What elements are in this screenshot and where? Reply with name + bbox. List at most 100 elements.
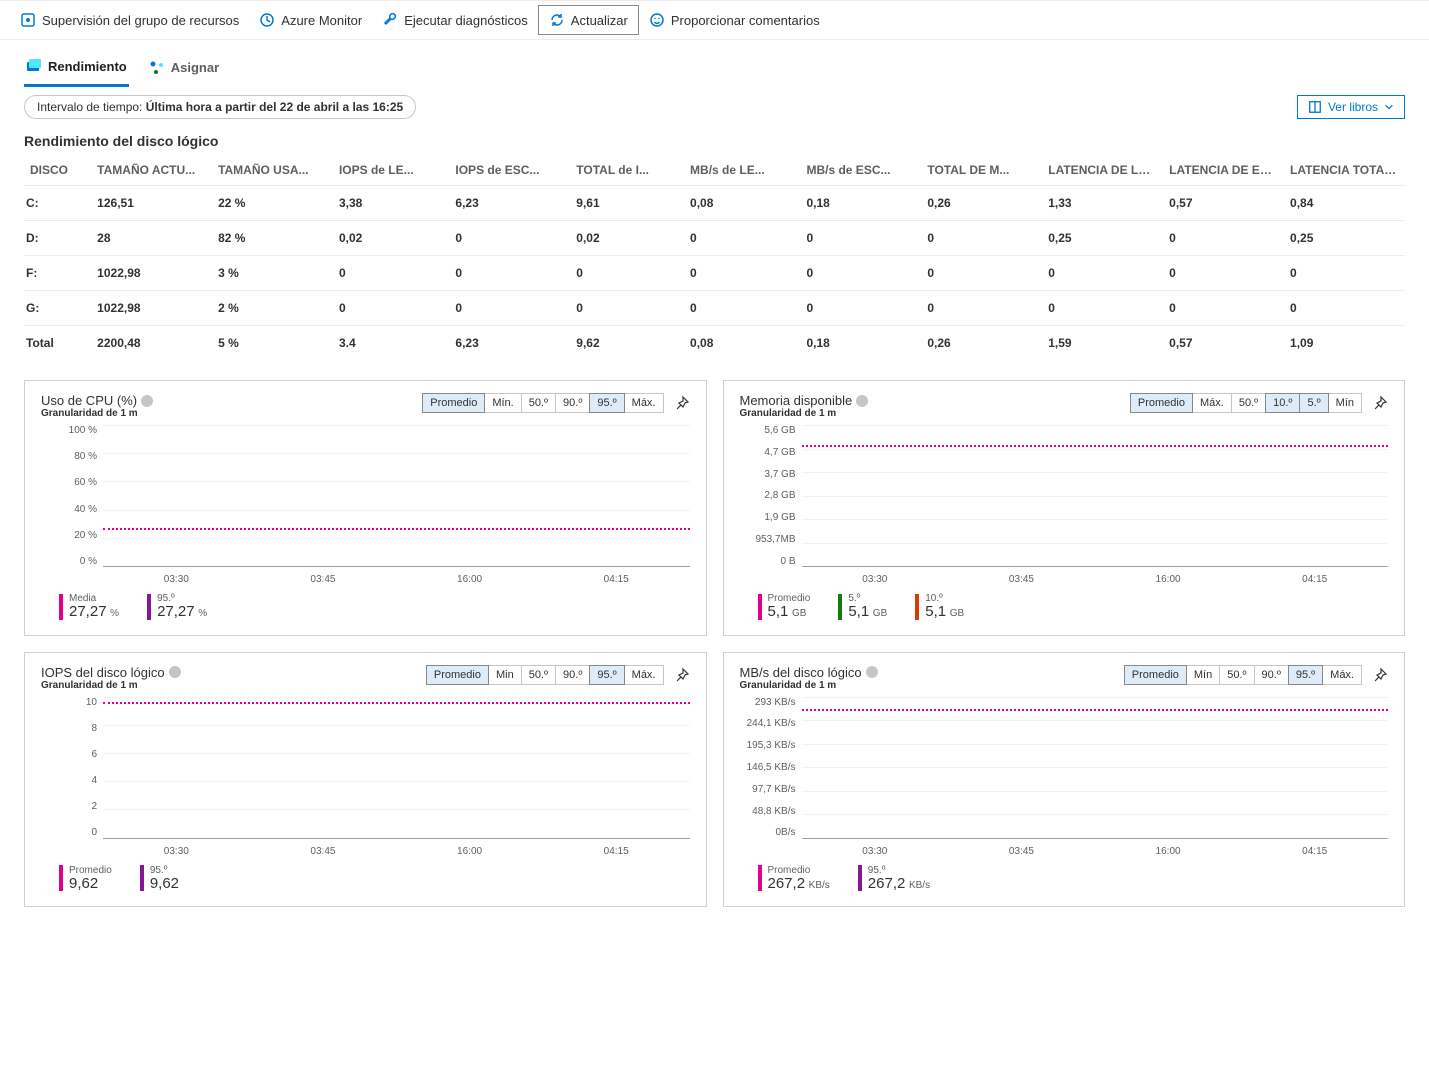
y-axis: 5,6 GB4,7 GB3,7 GB2,8 GB1,9 GB953,7MB0 B [740,425,802,567]
table-header[interactable]: DISCO [24,155,91,186]
agg-button[interactable]: 95.º [589,393,624,413]
pin-icon[interactable] [1372,667,1388,683]
legend-unit: GB [873,608,887,619]
table-cell: 0,26 [921,186,1042,221]
pin-icon[interactable] [674,395,690,411]
toolbar-resource-group[interactable]: Supervisión del grupo de recursos [10,6,249,34]
table-cell: 9,62 [570,326,684,361]
agg-button[interactable]: Mín. [484,393,521,413]
table-header[interactable]: IOPS de LE... [333,155,449,186]
chart-iops: IOPS del disco lógico Granularidad de 1 … [24,652,707,908]
agg-button[interactable]: Máx. [1192,393,1232,413]
table-header[interactable]: MB/s de ESC... [800,155,921,186]
book-icon [1308,100,1322,114]
table-cell: 0 [800,291,921,326]
legend-value: 5,1 [848,603,869,620]
toolbar-refresh[interactable]: Actualizar [538,5,639,35]
agg-button[interactable]: 5.º [1299,393,1328,413]
legend-color [59,594,63,620]
agg-button[interactable]: 95.º [1288,665,1323,685]
table-header[interactable]: LATENCIA DE LECT... [1042,155,1163,186]
agg-button[interactable]: Promedio [1124,665,1187,685]
agg-button[interactable]: Mín [1186,665,1220,685]
agg-button[interactable]: 50.º [1219,665,1254,685]
table-header[interactable]: TAMAÑO ACTU... [91,155,212,186]
agg-button[interactable]: Máx. [624,665,664,685]
agg-button[interactable]: Máx. [624,393,664,413]
agg-button[interactable]: 50.º [1231,393,1266,413]
y-tick: 293 KB/s [740,697,796,708]
table-header[interactable]: LATENCIA DE ESCRI... [1163,155,1284,186]
agg-button[interactable]: 50.º [521,393,556,413]
y-tick: 195,3 KB/s [740,740,796,751]
table-cell: 0 [1163,291,1284,326]
table-cell: 0 [449,221,570,256]
table-cell: 0,57 [1163,186,1284,221]
timerange-pill[interactable]: Intervalo de tiempo: Última hora a parti… [24,95,416,119]
table-header[interactable]: MB/s de LE... [684,155,800,186]
series-line [802,709,1389,711]
disk-table: DISCOTAMAÑO ACTU...TAMAÑO USA...IOPS de … [24,155,1405,360]
legend-unit: GB [950,608,964,619]
legend-value: 5,1 [768,603,789,620]
info-icon[interactable] [866,666,878,678]
agg-button[interactable]: Promedio [422,393,485,413]
pin-icon[interactable] [1372,395,1388,411]
table-header[interactable]: LATENCIA TOTAL de... [1284,155,1405,186]
agg-button[interactable]: Promedio [1130,393,1193,413]
info-icon[interactable] [169,666,181,678]
tab-assign[interactable]: Asignar [147,52,221,87]
legend-value: 9,62 [69,875,98,892]
x-tick: 16:00 [1156,846,1181,857]
table-cell: 0 [800,221,921,256]
resource-group-icon [20,12,36,28]
toolbar-label: Azure Monitor [281,13,362,28]
agg-button[interactable]: Mín [1328,393,1362,413]
legend-item: Media27,27 % [59,593,119,621]
agg-button[interactable]: 90.º [555,393,590,413]
legend-unit: KB/s [909,880,930,891]
table-header[interactable]: TAMAÑO USA... [212,155,333,186]
toolbar-diagnostics[interactable]: Ejecutar diagnósticos [372,6,538,34]
series-line [103,702,690,704]
table-header[interactable]: IOPS de ESC... [449,155,570,186]
table-cell: 0 [570,291,684,326]
info-icon[interactable] [856,395,868,407]
table-cell: 9,61 [570,186,684,221]
table-header[interactable]: TOTAL DE M... [921,155,1042,186]
table-cell: 82 % [212,221,333,256]
chart-mbs: MB/s del disco lógico Granularidad de 1 … [723,652,1406,908]
agg-button[interactable]: 90.º [555,665,590,685]
legend-color [758,594,762,620]
info-icon[interactable] [141,395,153,407]
agg-button[interactable]: Promedio [426,665,489,685]
chart-body: 100 %80 %60 %40 %20 %0 % 03:3003:4516:00… [41,425,690,585]
legend-value: 5,1 [925,603,946,620]
y-tick: 2,8 GB [740,490,796,501]
legend-item: Promedio267,2 KB/s [758,865,830,893]
plot-area [103,697,690,839]
agg-button[interactable]: 50.º [521,665,556,685]
chart-cpu: Uso de CPU (%) Granularidad de 1 m Prome… [24,380,707,636]
agg-button[interactable]: Min [488,665,522,685]
toolbar-feedback[interactable]: Proporcionar comentarios [639,6,830,34]
y-tick: 2 [41,801,97,812]
agg-button[interactable]: 95.º [589,665,624,685]
table-cell: 0 [1284,256,1405,291]
tab-performance[interactable]: Rendimiento [24,52,129,87]
legend-color [838,594,842,620]
agg-button[interactable]: 90.º [1254,665,1289,685]
legend-value: 27,27 [157,603,195,620]
y-tick: 146,5 KB/s [740,762,796,773]
table-cell: 0 [1284,291,1405,326]
agg-button[interactable]: 10.º [1265,393,1300,413]
x-tick: 16:00 [457,846,482,857]
view-books-button[interactable]: Ver libros [1297,95,1405,119]
table-row: Total2200,485 %3.46,239,620,080,180,261,… [24,326,1405,361]
toolbar-azure-monitor[interactable]: Azure Monitor [249,6,372,34]
agg-button[interactable]: Máx. [1322,665,1362,685]
table-cell: 0,18 [800,326,921,361]
pin-icon[interactable] [674,667,690,683]
tabs: Rendimiento Asignar [0,40,1429,87]
table-header[interactable]: TOTAL de I... [570,155,684,186]
